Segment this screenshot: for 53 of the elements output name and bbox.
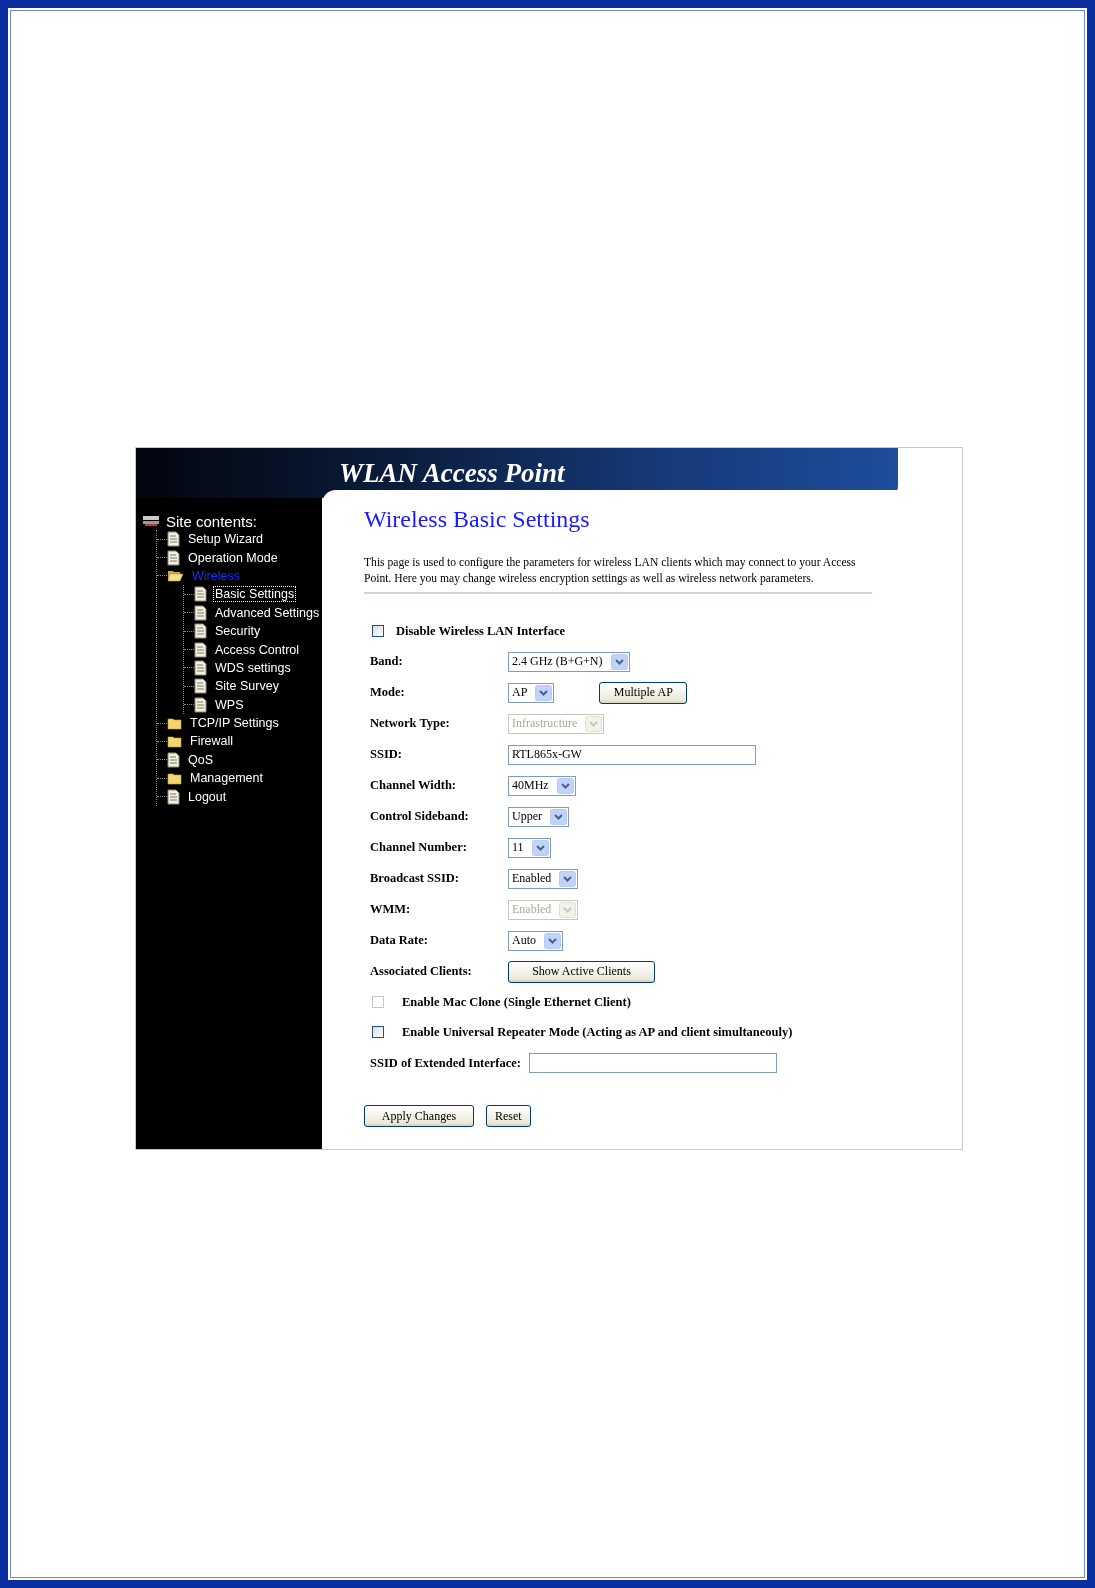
reset-button[interactable]: Reset: [486, 1105, 531, 1127]
dropdown[interactable]: Auto: [508, 930, 563, 951]
apply-button[interactable]: Apply Changes: [364, 1105, 474, 1127]
nav-link[interactable]: QoS: [186, 751, 215, 768]
dropdown[interactable]: Enabled: [508, 868, 579, 889]
folder-icon: [167, 771, 182, 785]
field-label: Mode:: [370, 685, 406, 700]
nav-link[interactable]: Access Control: [213, 641, 302, 658]
nav-link[interactable]: Operation Mode: [186, 549, 280, 566]
page-description: This page is used to configure the parameters for wireless LAN clients which may connect to your Access Point. Here you may change wireless encryption settings as well as wireless network parameters.: [364, 555, 857, 587]
sidebar-heading: Site contents:: [166, 512, 257, 530]
show-clients-button[interactable]: Show Active Clients: [508, 960, 655, 983]
open-folder-icon: [167, 569, 184, 583]
input-field[interactable]: RTL865x-GW: [508, 744, 756, 765]
nav-link[interactable]: Logout: [186, 788, 229, 805]
folder-icon: [167, 735, 182, 748]
checkbox[interactable]: [372, 1026, 384, 1038]
field-label: Network Type:: [370, 716, 451, 731]
field-label: WMM:: [370, 902, 412, 917]
checkbox-label: Disable Wireless LAN Interface: [396, 623, 566, 639]
nav-link[interactable]: Site Survey: [213, 678, 281, 695]
nav-link[interactable]: Advanced Settings: [213, 604, 322, 621]
nav-link[interactable]: Firewall: [188, 733, 236, 750]
input-field[interactable]: [529, 1053, 778, 1073]
app-title: WLAN Access Point: [339, 457, 565, 489]
page-title: Wireless Basic Settings: [364, 506, 591, 533]
field-label: SSID:: [370, 747, 403, 762]
field-label: Control Sideband:: [370, 809, 470, 824]
field-label: Band:: [370, 654, 404, 669]
nav-link[interactable]: Setup Wizard: [186, 531, 266, 548]
checkbox-label: Enable Mac Clone (Single Ethernet Client): [402, 994, 631, 1010]
multiple-ap-button[interactable]: Multiple AP: [599, 681, 688, 704]
checkbox[interactable]: [372, 625, 384, 637]
field-label: Broadcast SSID:: [370, 871, 461, 886]
checkbox-label: Enable Universal Repeater Mode (Acting as AP and client simultaneouly): [402, 1024, 793, 1040]
dropdown[interactable]: 2.4 GHz (B+G+N): [508, 651, 630, 672]
field-label: Associated Clients:: [370, 964, 473, 979]
nav-link[interactable]: Management: [188, 770, 265, 787]
field-label: SSID of Extended Interface:: [370, 1055, 522, 1071]
field-label: Data Rate:: [370, 933, 429, 948]
field-label: Channel Number:: [370, 840, 468, 855]
nav-link[interactable]: TCP/IP Settings: [188, 715, 281, 732]
dropdown[interactable]: Upper: [508, 806, 569, 827]
folder-icon: [167, 716, 182, 730]
nav-link[interactable]: Security: [213, 623, 263, 640]
dropdown[interactable]: 11: [508, 837, 551, 858]
nav-link[interactable]: Basic Settings: [213, 586, 297, 603]
network-icon: [142, 515, 160, 527]
field-label: Channel Width:: [370, 778, 458, 793]
nav-link[interactable]: WDS settings: [213, 659, 293, 676]
dropdown[interactable]: AP: [508, 682, 555, 703]
nav-link[interactable]: WPS: [213, 696, 246, 713]
dropdown[interactable]: 40MHz: [508, 775, 576, 796]
